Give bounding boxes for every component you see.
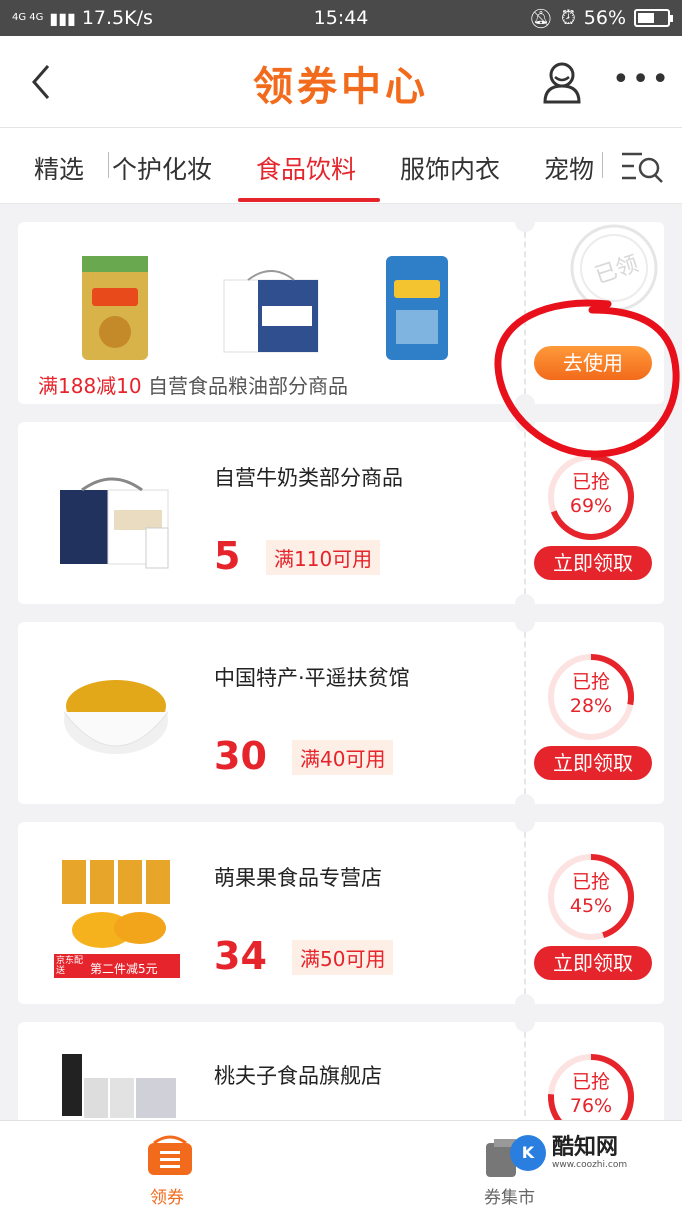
claimed-label: 已抢 bbox=[571, 671, 610, 693]
more-dots-icon[interactable]: ••• bbox=[612, 62, 671, 97]
coupon-scope: 自营食品粮油部分商品 bbox=[147, 374, 348, 398]
coupon-condition: 满50可用 bbox=[292, 940, 394, 975]
coupon-card: 自营牛奶类部分商品 5 满110可用 已抢 69% 立即领取 bbox=[18, 412, 664, 614]
grab-coupon-button[interactable]: 立即领取 bbox=[534, 946, 652, 980]
claimed-label: 已抢 bbox=[571, 1071, 610, 1093]
tab-food-drinks[interactable]: 食品饮料 bbox=[256, 150, 356, 186]
coupon-amount: 30 bbox=[214, 734, 267, 778]
card-divider bbox=[524, 222, 526, 404]
shop-name: 萌果果食品专营店 bbox=[214, 866, 382, 890]
coupon-tab-icon[interactable] bbox=[140, 1133, 200, 1181]
clock: 15:44 bbox=[313, 7, 369, 29]
tab-separator bbox=[108, 152, 109, 178]
category-filter-icon[interactable] bbox=[620, 150, 664, 184]
claimed-percent: 76% bbox=[569, 1095, 613, 1117]
product-badge-promo: 第二件减5元 bbox=[90, 962, 158, 976]
watermark-name: 酷知网 bbox=[552, 1135, 619, 1160]
tab-apparel[interactable]: 服饰内衣 bbox=[400, 150, 500, 186]
active-tab-indicator bbox=[238, 198, 380, 202]
coupon-card: 京东配送 第二件减5元 萌果果食品专营店 34 满50可用 已抢 45% 立即领… bbox=[18, 812, 664, 1014]
product-image-millet-bowl bbox=[52, 650, 182, 780]
claimed-percent: 69% bbox=[569, 495, 613, 517]
coupon-condition: 满40可用 bbox=[292, 740, 394, 775]
grab-coupon-button[interactable]: 立即领取 bbox=[534, 746, 652, 780]
tab-pets[interactable]: 宠物 bbox=[544, 150, 594, 186]
shop-name: 桃夫子食品旗舰店 bbox=[214, 1064, 382, 1088]
product-image-milk-box bbox=[218, 266, 324, 354]
bottom-nav: 领券 券集市 K 酷知网 www.coozhi.com bbox=[0, 1120, 682, 1212]
coupon-condition: 满110可用 bbox=[266, 540, 381, 575]
product-image-canned-drinks bbox=[52, 1050, 182, 1120]
claimed-percent: 28% bbox=[569, 695, 613, 717]
shop-name: 中国特产·平遥扶贫馆 bbox=[214, 666, 410, 690]
grab-coupon-button[interactable]: 立即领取 bbox=[534, 546, 652, 580]
claimed-label: 已抢 bbox=[571, 871, 610, 893]
status-bar: 4G 4G ▮▮▮ 17.5K/s 15:44 🔕︎ ⏰︎ 56% bbox=[0, 0, 682, 36]
coupon-amount: 34 bbox=[214, 934, 267, 978]
use-coupon-button[interactable]: 去使用 bbox=[534, 346, 652, 380]
coupon-amount: 5 bbox=[214, 534, 241, 578]
battery-icon bbox=[634, 9, 673, 27]
tab-personal-care[interactable]: 个护化妆 bbox=[112, 150, 212, 186]
coupon-discount: 满188减10 bbox=[38, 374, 142, 398]
product-image-canned-peach: 京东配送 第二件减5元 bbox=[52, 850, 182, 980]
nav-coupon-market-label[interactable]: 券集市 bbox=[484, 1183, 535, 1208]
watermark-logo: K 酷知网 www.coozhi.com bbox=[510, 1135, 627, 1171]
shop-name: 自营牛奶类部分商品 bbox=[214, 466, 403, 490]
tab-featured[interactable]: 精选 bbox=[34, 150, 84, 186]
product-badge-delivery: 京东配送 bbox=[56, 956, 84, 976]
product-image-rice-bag-blue bbox=[380, 250, 454, 364]
category-tabs: 精选 个护化妆 食品饮料 服饰内衣 宠物 bbox=[0, 128, 682, 204]
claimed-stamp: 已领 bbox=[544, 224, 660, 324]
watermark-url: www.coozhi.com bbox=[552, 1160, 628, 1170]
app-header: 领券中心 ••• bbox=[0, 36, 682, 128]
coupon-card: 中国特产·平遥扶贫馆 30 满40可用 已抢 28% 立即领取 bbox=[18, 612, 664, 814]
nav-coupon-label[interactable]: 领券 bbox=[150, 1183, 184, 1208]
claimed-label: 已抢 bbox=[571, 471, 610, 493]
user-icon[interactable] bbox=[542, 60, 582, 104]
claimed-percent: 45% bbox=[569, 895, 613, 917]
coupon-card-claimed: 满188减10 自营食品粮油部分商品 已领 去使用 bbox=[18, 212, 664, 414]
product-image-milk-box bbox=[52, 450, 182, 580]
product-image-rice-bag bbox=[78, 250, 152, 364]
coupon-description: 满188减10 自营食品粮油部分商品 bbox=[38, 370, 348, 399]
tab-separator bbox=[602, 152, 603, 178]
watermark-mark: K bbox=[510, 1135, 546, 1171]
